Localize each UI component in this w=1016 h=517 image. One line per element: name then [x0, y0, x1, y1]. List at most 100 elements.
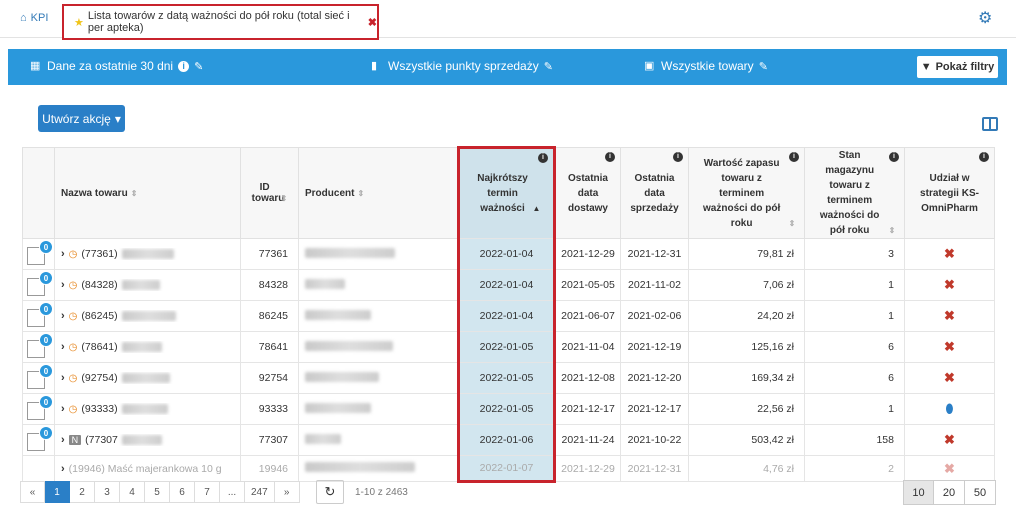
info-icon[interactable]: i: [979, 152, 989, 162]
chevron-right-icon[interactable]: ›: [61, 403, 65, 415]
columns-icon[interactable]: [982, 117, 998, 131]
expiry-date: 2022-01-04: [457, 238, 556, 270]
producer-cell: [298, 238, 459, 270]
info-icon[interactable]: i: [178, 60, 190, 72]
last-delivery-date: 2021-12-08: [554, 362, 621, 394]
page-button[interactable]: 5: [145, 481, 170, 503]
product-name[interactable]: (92754): [81, 372, 117, 384]
page-button[interactable]: 1: [45, 481, 70, 503]
name-cell: › ◷ (93333): [54, 393, 241, 425]
table-row[interactable]: 0 › ◷ (78641) 78641 2022-01-05 2021-11-04 2021-…: [22, 331, 995, 363]
edit-icon[interactable]: ✎: [194, 60, 203, 73]
header-stock-qty[interactable]: i Stan magazynu towaru z terminem ważnoś…: [804, 147, 905, 239]
page-button[interactable]: 4: [120, 481, 145, 503]
row-checkbox[interactable]: 0: [27, 270, 53, 296]
product-name[interactable]: (77307: [85, 434, 118, 446]
table-row[interactable]: 0 › ◷ (93333) 93333 2022-01-05 2021-12-17 2021-…: [22, 393, 995, 425]
close-icon[interactable]: ✖: [368, 16, 377, 29]
tab-kpi[interactable]: ⌂ KPI: [20, 12, 48, 24]
page-button[interactable]: 6: [170, 481, 195, 503]
last-sale-date: 2021-12-19: [620, 331, 689, 363]
chevron-right-icon[interactable]: ›: [61, 310, 65, 322]
table-row[interactable]: 0 › ◷ (86245) 86245 2022-01-04 2021-06-07 2021-…: [22, 300, 995, 332]
header-stock-qty-label: Stan magazynu towaru z terminem ważności…: [819, 150, 880, 236]
row-checkbox[interactable]: 0: [27, 301, 53, 327]
product-name[interactable]: (93333): [81, 403, 117, 415]
table-row[interactable]: 0 › ◷ (92754) 92754 2022-01-05 2021-12-08 2021-…: [22, 362, 995, 394]
refresh-icon[interactable]: ↻: [316, 480, 344, 504]
edit-icon[interactable]: ✎: [759, 60, 768, 73]
chevron-right-icon[interactable]: ›: [61, 463, 65, 475]
header-id[interactable]: ID towaru⇕: [240, 147, 299, 239]
row-checkbox[interactable]: 0: [27, 363, 53, 389]
tab-expiry-list[interactable]: ★ Lista towarów z datą ważności do pół r…: [62, 4, 379, 40]
expiry-date: 2022-01-04: [457, 269, 556, 301]
product-name[interactable]: (84328): [81, 279, 117, 291]
producer-cell: [298, 393, 459, 425]
last-delivery-date: 2021-06-07: [554, 300, 621, 332]
info-icon[interactable]: i: [789, 152, 799, 162]
building-icon: ▮: [371, 60, 378, 72]
show-filters-button[interactable]: ▼ Pokaż filtry: [917, 56, 998, 78]
page-button[interactable]: ...: [220, 481, 245, 503]
chevron-right-icon[interactable]: ›: [61, 279, 65, 291]
expiry-date: 2022-01-05: [457, 331, 556, 363]
edit-icon[interactable]: ✎: [544, 60, 553, 73]
row-checkbox[interactable]: 0: [27, 332, 53, 358]
last-delivery-date: 2021-12-29: [554, 238, 621, 270]
header-stock-value[interactable]: i Wartość zapasu towaru z terminem ważno…: [688, 147, 805, 239]
page-prev-button[interactable]: «: [20, 481, 45, 503]
page-button[interactable]: 3: [95, 481, 120, 503]
redacted-text: [305, 371, 379, 382]
gears-icon[interactable]: ⚙: [978, 8, 998, 27]
product-name[interactable]: (77361): [81, 248, 117, 260]
row-select-cell: [22, 455, 55, 482]
name-cell: › ◷ (77361): [54, 238, 241, 270]
header-expiry[interactable]: i Najkrótszy termin ważności ▲: [457, 146, 556, 239]
row-checkbox[interactable]: 0: [27, 239, 53, 265]
filter-points[interactable]: ▮ Wszystkie punkty sprzedaży ✎: [371, 59, 553, 73]
show-filters-label: Pokaż filtry: [935, 61, 995, 73]
page-button[interactable]: 7: [195, 481, 220, 503]
info-icon[interactable]: i: [605, 152, 615, 162]
table-row[interactable]: 0 › ◷ (77361) 77361 2022-01-04 2021-12-29 2021-…: [22, 238, 995, 270]
product-id: 77361: [240, 238, 299, 270]
info-icon[interactable]: i: [673, 152, 683, 162]
product-id: 78641: [240, 331, 299, 363]
info-icon[interactable]: i: [889, 152, 899, 162]
per-page-option[interactable]: 50: [965, 480, 996, 505]
n-badge: N: [68, 435, 82, 445]
per-page-option[interactable]: 10: [903, 480, 934, 505]
header-name[interactable]: Nazwa towaru ⇕: [54, 147, 241, 239]
product-name[interactable]: (78641): [81, 341, 117, 353]
row-checkbox[interactable]: 0: [27, 394, 53, 420]
filter-period[interactable]: ▦ Dane za ostatnie 30 dni i ✎: [30, 59, 203, 73]
redacted-text: [121, 373, 170, 383]
header-last-delivery[interactable]: i Ostatnia data dostawy: [554, 147, 621, 239]
row-select-cell: 0: [22, 238, 55, 270]
product-name[interactable]: (86245): [81, 310, 117, 322]
pagination: «1 2 3 4 5 6 7... 247»: [20, 481, 300, 503]
table-row[interactable]: › (19946) Maść majerankowa 10 g 19946 2022-…: [22, 455, 995, 483]
filter-goods[interactable]: ▣ Wszystkie towary ✎: [644, 59, 768, 73]
header-last-sale[interactable]: i Ostatnia data sprzedaży: [620, 147, 689, 239]
header-strategy[interactable]: i Udział w strategii KS-OmniPharm: [904, 147, 995, 239]
create-action-button[interactable]: Utwórz akcję ▾: [38, 105, 125, 132]
strategy-cell: ✖: [904, 269, 995, 301]
table-row[interactable]: 0 › ◷ (84328) 84328 2022-01-04 2021-05-05 2021-…: [22, 269, 995, 301]
page-next-button[interactable]: »: [274, 481, 300, 503]
page-button[interactable]: 247: [245, 481, 275, 503]
row-checkbox[interactable]: 0: [27, 425, 53, 451]
product-name[interactable]: (19946) Maść majerankowa 10 g: [69, 463, 222, 475]
chevron-right-icon[interactable]: ›: [61, 248, 65, 260]
chevron-right-icon[interactable]: ›: [61, 341, 65, 353]
chevron-right-icon[interactable]: ›: [61, 434, 65, 446]
page-button[interactable]: 2: [70, 481, 95, 503]
per-page-option[interactable]: 20: [934, 480, 965, 505]
table-row[interactable]: 0 › N (77307 77307 2022-01-06 2021-11-24 2021-1…: [22, 424, 995, 456]
producer-cell: [298, 424, 459, 456]
info-icon[interactable]: i: [538, 153, 548, 163]
header-producer[interactable]: Producent ⇕: [298, 147, 459, 239]
name-cell: › N (77307: [54, 424, 241, 456]
chevron-right-icon[interactable]: ›: [61, 372, 65, 384]
